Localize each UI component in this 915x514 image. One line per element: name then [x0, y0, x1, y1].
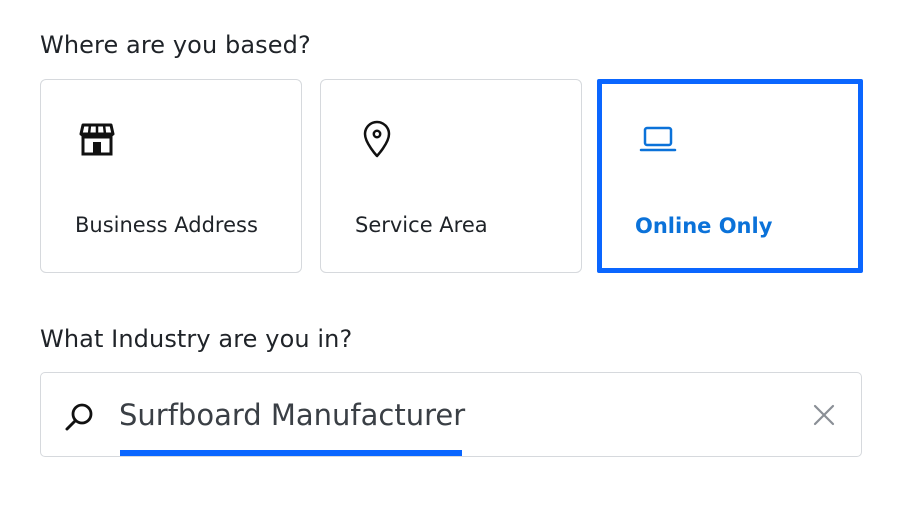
map-pin-icon: [363, 120, 391, 158]
industry-question: What Industry are you in?: [40, 325, 353, 353]
storefront-icon: [79, 123, 115, 156]
option-label: Service Area: [355, 213, 488, 237]
search-icon: [65, 403, 93, 431]
option-online-only[interactable]: Online Only: [597, 79, 863, 273]
option-label: Online Only: [635, 214, 773, 238]
option-business-address[interactable]: Business Address: [40, 79, 302, 273]
industry-search-input[interactable]: [119, 393, 759, 437]
close-icon[interactable]: [811, 402, 837, 428]
input-focus-underline: [120, 450, 462, 456]
laptop-icon: [639, 126, 677, 152]
option-service-area[interactable]: Service Area: [320, 79, 582, 273]
industry-search-box[interactable]: [40, 372, 862, 457]
option-label: Business Address: [75, 213, 258, 237]
location-question: Where are you based?: [40, 31, 311, 59]
